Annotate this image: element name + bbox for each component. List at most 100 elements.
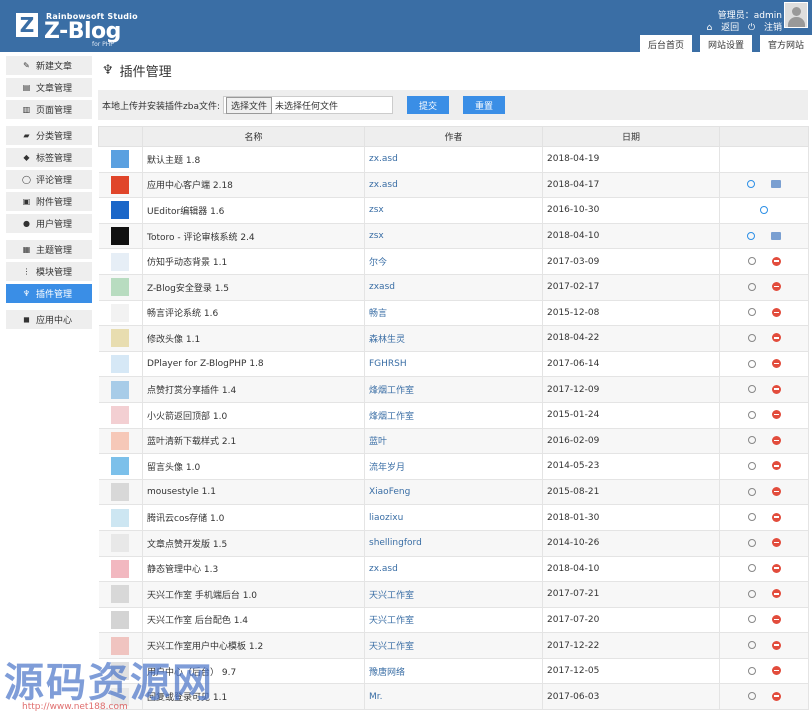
delete-plugin-icon[interactable] <box>771 410 781 420</box>
sidebar-item-8[interactable]: ● 用户管理 <box>6 214 92 233</box>
enable-plugin-icon[interactable] <box>747 564 756 573</box>
sidebar-item-6[interactable]: ◯ 评论管理 <box>6 170 92 189</box>
delete-plugin-icon[interactable] <box>771 563 781 573</box>
sidebar-item-9[interactable]: ▦ 主题管理 <box>6 240 92 259</box>
plugin-author[interactable]: 天兴工作室 <box>364 607 543 634</box>
submit-button[interactable]: 提交 <box>407 96 449 114</box>
delete-plugin-icon[interactable] <box>771 640 781 650</box>
plugin-author[interactable]: zx.asd <box>364 146 543 173</box>
enable-plugin-icon[interactable] <box>747 359 756 368</box>
plugin-author[interactable]: liaozixu <box>364 504 543 531</box>
plugin-author[interactable]: 天兴工作室 <box>364 632 543 659</box>
delete-plugin-icon[interactable] <box>771 461 781 471</box>
plugin-author[interactable]: zsx <box>364 197 543 224</box>
disable-plugin-icon[interactable] <box>747 231 755 240</box>
tab-site-settings[interactable]: 网站设置 <box>699 35 752 52</box>
sidebar-item-10[interactable]: ⋮ 模块管理 <box>6 262 92 281</box>
enable-plugin-icon[interactable] <box>747 641 756 650</box>
disable-plugin-icon[interactable] <box>760 205 768 214</box>
back-link[interactable]: ⌂ 返回 <box>707 23 740 33</box>
plugin-name: 腾讯云cos存储 1.0 <box>142 504 365 531</box>
delete-plugin-icon[interactable] <box>771 359 781 369</box>
plugin-author[interactable]: 烽烟工作室 <box>364 376 543 403</box>
delete-plugin-icon[interactable] <box>771 512 781 522</box>
enable-plugin-icon[interactable] <box>747 436 756 445</box>
delete-plugin-icon[interactable] <box>771 589 781 599</box>
plugin-author[interactable]: XiaoFeng <box>364 479 543 506</box>
enable-plugin-icon[interactable] <box>747 692 756 701</box>
delete-plugin-icon[interactable] <box>771 538 781 548</box>
plugin-author[interactable]: 流年岁月 <box>364 453 543 480</box>
delete-plugin-icon[interactable] <box>771 435 781 445</box>
enable-plugin-icon[interactable] <box>747 282 756 291</box>
reset-button[interactable]: 重置 <box>463 96 505 114</box>
logout-link[interactable]: ⏻ 注销 <box>748 23 782 33</box>
delete-plugin-icon[interactable] <box>771 666 781 676</box>
sidebar-item-12[interactable]: ◼ 应用中心 <box>6 310 92 329</box>
plugin-author[interactable]: zx.asd <box>364 172 543 199</box>
delete-plugin-icon[interactable] <box>771 691 781 701</box>
plugin-settings-icon[interactable] <box>771 180 781 189</box>
enable-plugin-icon[interactable] <box>747 461 756 470</box>
plugin-name: 文章点赞开发版 1.5 <box>142 530 365 557</box>
plugin-author[interactable]: Mr. <box>364 683 543 711</box>
plugin-name: 静态管理中心 1.3 <box>142 556 365 583</box>
plugin-author[interactable]: 畅言 <box>364 300 543 327</box>
avatar[interactable] <box>784 2 808 28</box>
sidebar-item-label: 附件管理 <box>36 198 73 208</box>
enable-plugin-icon[interactable] <box>747 257 756 266</box>
enable-plugin-icon[interactable] <box>747 615 756 624</box>
document-icon: ▤ <box>22 83 31 92</box>
sidebar-item-2[interactable]: ▤ 文章管理 <box>6 78 92 97</box>
plugin-author[interactable]: zxasd <box>364 274 543 301</box>
sidebar-item-4[interactable]: ▰ 分类管理 <box>6 126 92 145</box>
enable-plugin-icon[interactable] <box>747 487 756 496</box>
tab-official-site[interactable]: 官方网站 <box>759 35 812 52</box>
sidebar-item-3[interactable]: ▥ 页面管理 <box>6 100 92 119</box>
delete-plugin-icon[interactable] <box>771 384 781 394</box>
plugin-actions <box>719 223 809 250</box>
enable-plugin-icon[interactable] <box>747 538 756 547</box>
sidebar-item-5[interactable]: ◆ 标签管理 <box>6 148 92 167</box>
plugin-author[interactable]: 尔今 <box>364 248 543 275</box>
plugin-author[interactable]: zx.asd <box>364 556 543 583</box>
plugin-author[interactable]: shellingford <box>364 530 543 557</box>
row-icon-cell <box>98 300 143 327</box>
plugin-author[interactable]: 烽烟工作室 <box>364 402 543 429</box>
enable-plugin-icon[interactable] <box>747 333 756 342</box>
file-input[interactable]: 选择文件 未选择任何文件 <box>223 96 393 114</box>
tag-icon: ◆ <box>23 153 30 162</box>
delete-plugin-icon[interactable] <box>771 333 781 343</box>
sidebar-item-11[interactable]: ♆ 插件管理 <box>6 284 92 303</box>
enable-plugin-icon[interactable] <box>747 666 756 675</box>
plugin-author[interactable]: 蓝叶 <box>364 428 543 455</box>
enable-plugin-icon[interactable] <box>747 385 756 394</box>
plugin-actions <box>719 300 809 327</box>
enable-plugin-icon[interactable] <box>747 513 756 522</box>
table-row: 点赞打赏分享插件 1.4 烽烟工作室 2017-12-09 <box>98 376 809 403</box>
plugin-actions <box>719 428 809 455</box>
plugin-name: mousestyle 1.1 <box>142 479 365 506</box>
sidebar-item-7[interactable]: ▣ 附件管理 <box>6 192 92 211</box>
plugin-author[interactable]: 豫唐网络 <box>364 658 543 685</box>
plugin-table: 名称 作者 日期 默认主题 1.8 zx.asd 2018-04-19 应用中心客户端… <box>98 126 809 711</box>
enable-plugin-icon[interactable] <box>747 589 756 598</box>
disable-plugin-icon[interactable] <box>747 180 755 189</box>
delete-plugin-icon[interactable] <box>771 307 781 317</box>
enable-plugin-icon[interactable] <box>747 410 756 419</box>
tab-dashboard[interactable]: 后台首页 <box>639 35 692 52</box>
sidebar-item-1[interactable]: ✎ 新建文章 <box>6 56 92 75</box>
delete-plugin-icon[interactable] <box>771 487 781 497</box>
plugin-settings-icon[interactable] <box>771 231 781 240</box>
plugin-date: 2017-02-17 <box>542 274 720 301</box>
plugin-author[interactable]: FGHRSH <box>364 351 543 378</box>
plugin-logo-icon <box>110 534 129 553</box>
delete-plugin-icon[interactable] <box>771 282 781 292</box>
delete-plugin-icon[interactable] <box>771 256 781 266</box>
plugin-author[interactable]: 森林生灵 <box>364 325 543 352</box>
delete-plugin-icon[interactable] <box>771 614 781 624</box>
choose-file-button[interactable]: 选择文件 <box>226 96 273 114</box>
enable-plugin-icon[interactable] <box>747 308 756 317</box>
plugin-author[interactable]: 天兴工作室 <box>364 581 543 608</box>
plugin-author[interactable]: zsx <box>364 223 543 250</box>
